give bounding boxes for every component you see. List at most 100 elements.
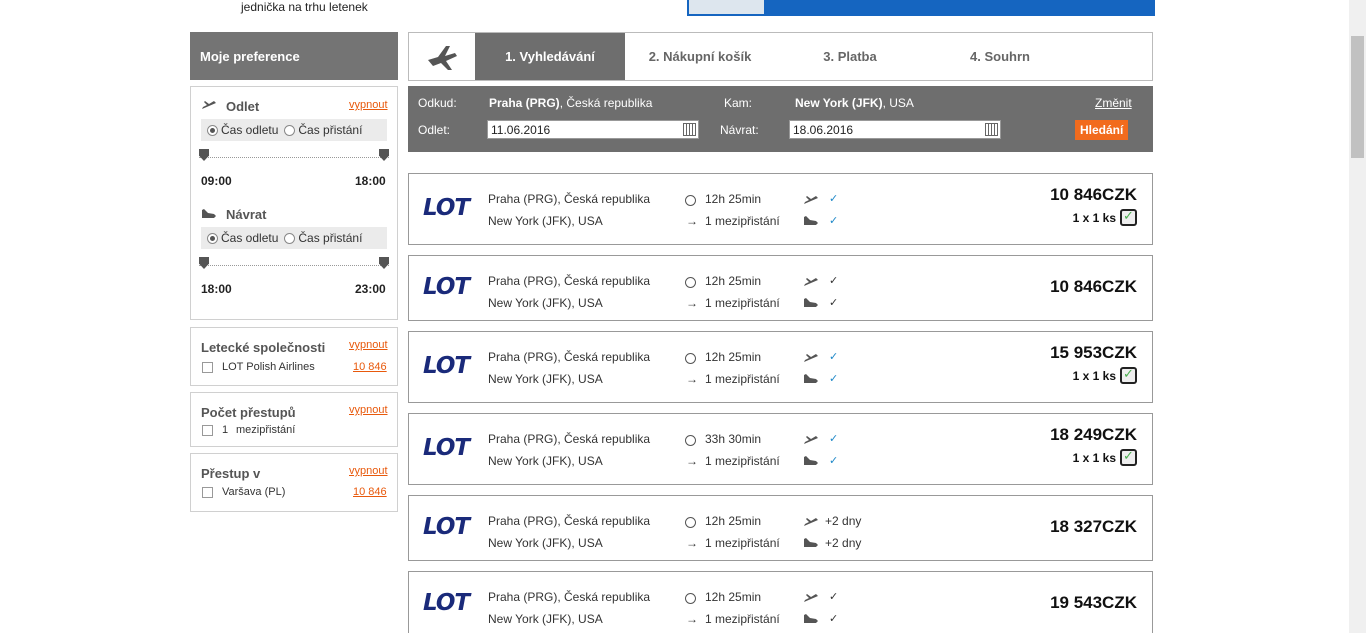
luggage-icon [1120, 448, 1137, 466]
radio-arrival-time[interactable] [284, 232, 296, 244]
flight-stops: 1 mezipřistání [705, 214, 780, 228]
radio-arrival-time[interactable] [284, 124, 296, 136]
transfer-count[interactable]: 10 846 [353, 486, 387, 498]
departure-date-value: 11.06.2016 [491, 123, 551, 137]
scrollbar[interactable] [1349, 0, 1366, 633]
takeoff-icon [804, 278, 818, 286]
from-country: , Česká republika [559, 96, 653, 110]
outbound-status: ✓ [829, 275, 839, 287]
flight-duration: 12h 25min [705, 514, 762, 528]
landing-icon [804, 614, 818, 623]
takeoff-icon [202, 101, 216, 109]
flight-result[interactable]: LOT Praha (PRG), Česká republika New Yor… [408, 331, 1153, 403]
to-city: New York (JFK) [795, 96, 883, 110]
flight-price: 15 953CZK [1050, 343, 1137, 362]
radio-label: Čas odletu [221, 231, 279, 245]
takeoff-icon [804, 436, 818, 444]
flight-result[interactable]: LOT Praha (PRG), Česká republika New Yor… [408, 413, 1153, 485]
arrow-icon: → [686, 454, 698, 468]
departure-label: Odlet [226, 99, 260, 114]
flight-stops: 1 mezipřistání [705, 536, 780, 550]
from-value: Praha (PRG), Česká republika [489, 96, 652, 110]
return-date-input[interactable]: 18.06.2016 [789, 120, 1001, 139]
transfer-panel: Přestup v vypnout Varšava (PL) 10 846 [190, 453, 398, 512]
slider-handle-min[interactable] [199, 257, 209, 269]
outbound-status: ✓ [829, 193, 839, 205]
change-link[interactable]: Změnit [1095, 96, 1132, 110]
flight-result[interactable]: LOT Praha (PRG), Česká republika New Yor… [408, 255, 1153, 321]
transfer-off-link[interactable]: vypnout [349, 465, 388, 477]
banner-image [689, 0, 764, 14]
flight-result[interactable]: LOT Praha (PRG), Česká republika New Yor… [408, 495, 1153, 561]
scrollbar-thumb[interactable] [1351, 36, 1364, 158]
flight-price: 18 327CZK [1050, 517, 1137, 536]
arrow-icon: → [686, 214, 698, 228]
return-date-label: Návrat: [720, 123, 759, 137]
landing-icon [804, 298, 818, 307]
clock-icon [685, 517, 696, 528]
flight-origin: Praha (PRG), Česká republika [488, 274, 651, 288]
airline-count[interactable]: 10 846 [353, 361, 387, 373]
top-banner[interactable] [687, 0, 1155, 16]
calendar-icon[interactable] [683, 123, 696, 136]
slider-handle-max[interactable] [379, 257, 389, 269]
clock-icon [685, 593, 696, 604]
flight-duration: 12h 25min [705, 192, 762, 206]
landing-icon [804, 216, 818, 225]
airline-logo: LOT [423, 435, 470, 461]
outbound-status: ✓ [829, 433, 839, 445]
tab-payment[interactable]: 3. Platba [775, 33, 925, 80]
to-label: Kam: [724, 96, 753, 110]
departure-time-slider[interactable] [199, 149, 389, 163]
slider-handle-max[interactable] [379, 149, 389, 161]
return-status: ✓ [829, 373, 839, 385]
tab-summary[interactable]: 4. Souhrn [925, 33, 1075, 80]
departure-off-link[interactable]: vypnout [349, 99, 388, 111]
stops-panel: Počet přestupů vypnout 1 mezipřistání [190, 392, 398, 447]
stops-title: Počet přestupů [201, 405, 296, 420]
flight-duration: 33h 30min [705, 432, 762, 446]
from-label: Odkud: [418, 96, 457, 110]
airlines-off-link[interactable]: vypnout [349, 339, 388, 351]
radio-label: Čas odletu [221, 123, 279, 137]
airline-logo: LOT [423, 274, 470, 300]
return-status: ✓ [829, 297, 839, 309]
flight-result[interactable]: LOT Praha (PRG), Česká republika New Yor… [408, 571, 1153, 633]
airline-name: LOT Polish Airlines [222, 361, 315, 373]
departure-max-time: 18:00 [355, 174, 386, 188]
flight-stops: 1 mezipřistání [705, 454, 780, 468]
takeoff-icon [804, 518, 818, 526]
landing-icon [804, 538, 818, 547]
preferences-title: Moje preference [190, 32, 398, 80]
plane-icon [409, 33, 475, 80]
flight-result[interactable]: LOT Praha (PRG), Česká republika New Yor… [408, 173, 1153, 245]
airlines-title: Letecké společnosti [201, 340, 326, 355]
search-button[interactable]: Hledání [1075, 120, 1129, 140]
calendar-icon[interactable] [985, 123, 998, 136]
clock-icon [685, 435, 696, 446]
radio-departure-time[interactable] [207, 232, 218, 244]
tab-search[interactable]: 1. Vyhledávání [475, 33, 625, 80]
departure-date-input[interactable]: 11.06.2016 [487, 120, 699, 139]
tab-cart[interactable]: 2. Nákupní košík [625, 33, 775, 80]
return-status: ✓ [829, 215, 839, 227]
stops-label: mezipřistání [236, 424, 296, 436]
stops-off-link[interactable]: vypnout [349, 404, 388, 416]
return-label: Návrat [226, 207, 267, 222]
luggage-icon [1120, 208, 1137, 226]
flight-price: 19 543CZK [1050, 593, 1137, 612]
radio-departure-time[interactable] [207, 124, 218, 136]
stops-checkbox[interactable] [202, 425, 213, 436]
flight-price: 18 249CZK [1050, 425, 1137, 444]
flight-duration: 12h 25min [705, 350, 762, 364]
return-status: ✓ [829, 455, 839, 467]
airlines-panel: Letecké společnosti vypnout LOT Polish A… [190, 327, 398, 386]
slider-handle-min[interactable] [199, 149, 209, 161]
transfer-checkbox[interactable] [202, 487, 213, 498]
departure-time-mode: Čas odletu Čas přistání [201, 119, 387, 141]
airline-checkbox[interactable] [202, 362, 213, 373]
return-time-slider[interactable] [199, 257, 389, 271]
departure-min-time: 09:00 [201, 174, 232, 188]
return-max-time: 23:00 [355, 282, 386, 296]
arrow-icon: → [686, 372, 698, 386]
